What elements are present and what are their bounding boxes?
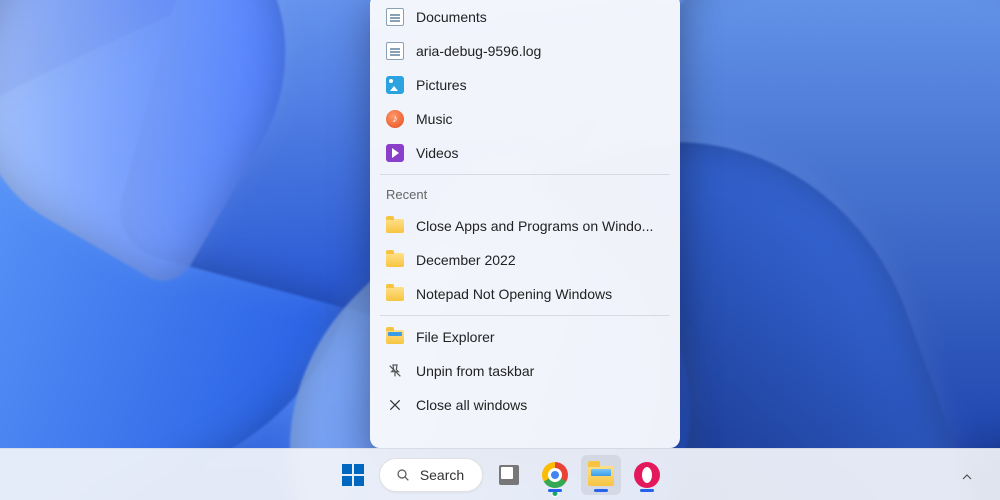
start-button[interactable]	[333, 455, 373, 495]
jumplist-item-label: aria-debug-9596.log	[416, 43, 664, 59]
taskbar-center: Search	[333, 455, 667, 495]
jumplist-item-documents[interactable]: Documents	[370, 0, 680, 34]
windows-logo-icon	[342, 464, 364, 486]
videos-icon	[386, 144, 404, 162]
file-explorer-icon	[588, 466, 614, 486]
task-view-icon	[499, 465, 519, 485]
folder-icon	[386, 287, 404, 301]
jumplist-item-label: Notepad Not Opening Windows	[416, 286, 664, 302]
close-icon	[386, 396, 404, 414]
jumplist-item-close-all[interactable]: Close all windows	[370, 388, 680, 422]
folder-icon	[386, 253, 404, 267]
jumplist-item-label: File Explorer	[416, 329, 664, 345]
jumplist-item-label: Music	[416, 111, 664, 127]
search-button[interactable]: Search	[379, 458, 483, 492]
search-icon	[394, 466, 412, 484]
jumplist-item-file-explorer[interactable]: File Explorer	[370, 320, 680, 354]
separator	[380, 174, 670, 175]
status-dot-icon	[552, 490, 559, 497]
jumplist-item-label: Close all windows	[416, 397, 664, 413]
music-icon	[386, 110, 404, 128]
logfile-icon	[386, 42, 404, 60]
jumplist-recent-header: Recent	[370, 179, 680, 209]
taskbar-app-chrome[interactable]	[535, 455, 575, 495]
search-label: Search	[420, 467, 464, 483]
folder-icon	[386, 219, 404, 233]
jumplist-item-label: Videos	[416, 145, 664, 161]
taskbar-app-file-explorer[interactable]	[581, 455, 621, 495]
jumplist-item-label: December 2022	[416, 252, 664, 268]
opera-icon	[634, 462, 660, 488]
jumplist-item-videos[interactable]: Videos	[370, 136, 680, 170]
separator	[380, 315, 670, 316]
pictures-icon	[386, 76, 404, 94]
jumplist-item-music[interactable]: Music	[370, 102, 680, 136]
task-view-button[interactable]	[489, 455, 529, 495]
taskbar-app-opera[interactable]	[627, 455, 667, 495]
jumplist-item-recent-folder[interactable]: Close Apps and Programs on Windo...	[370, 209, 680, 243]
jumplist-item-label: Unpin from taskbar	[416, 363, 664, 379]
jumplist-item-label: Pictures	[416, 77, 664, 93]
file-explorer-jumplist: Documents aria-debug-9596.log Pictures M…	[370, 0, 680, 448]
unpin-icon	[386, 362, 404, 380]
chrome-icon	[542, 462, 568, 488]
document-icon	[386, 8, 404, 26]
jumplist-item-label: Close Apps and Programs on Windo...	[416, 218, 664, 234]
jumplist-item-unpin[interactable]: Unpin from taskbar	[370, 354, 680, 388]
jumplist-item-logfile[interactable]: aria-debug-9596.log	[370, 34, 680, 68]
file-explorer-icon	[386, 330, 404, 344]
jumplist-item-recent-folder[interactable]: Notepad Not Opening Windows	[370, 277, 680, 311]
jumplist-item-recent-folder[interactable]: December 2022	[370, 243, 680, 277]
taskbar: Search	[0, 448, 1000, 500]
jumplist-item-pictures[interactable]: Pictures	[370, 68, 680, 102]
tray-overflow-button[interactable]	[958, 468, 976, 486]
jumplist-item-label: Documents	[416, 9, 664, 25]
